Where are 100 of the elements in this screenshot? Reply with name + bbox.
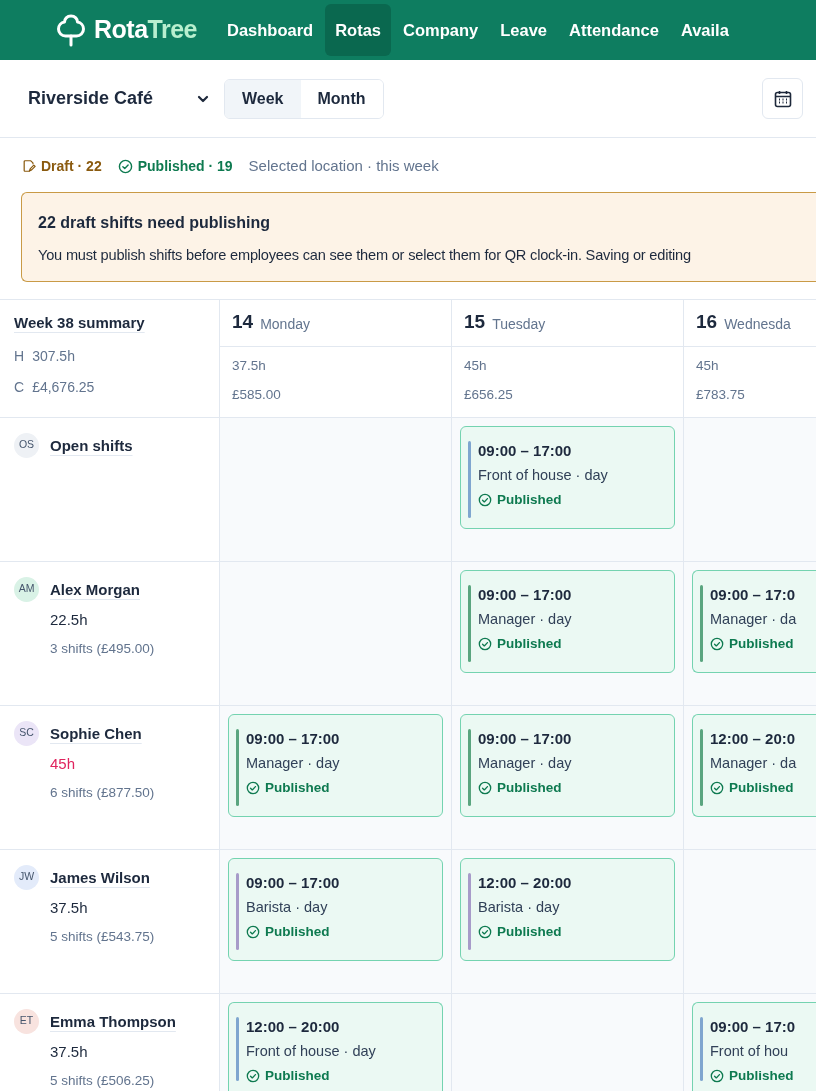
view-toggle-tab[interactable]: Week xyxy=(225,79,301,118)
shift-card[interactable]: 09:00 – 17:00 Barista · day Published xyxy=(228,857,443,961)
cost-label: C xyxy=(14,378,25,397)
check-circle-icon xyxy=(710,780,724,795)
banner-message: You must publish shifts before employees can see them or select them for QR clock-in. Saving or editing xyxy=(38,245,692,265)
day-name: Wednesda xyxy=(724,314,791,334)
shift-card[interactable]: 09:00 – 17:00 Manager · day Published xyxy=(460,569,675,673)
employee-hours: 37.5h xyxy=(50,898,89,918)
shift-status: Published xyxy=(729,634,794,653)
check-circle-icon xyxy=(478,492,492,507)
shift-role: Barista · day xyxy=(246,897,329,917)
nav-link[interactable]: Leave xyxy=(490,4,557,56)
day-date: 14 xyxy=(232,310,254,335)
check-circle-icon xyxy=(246,1068,260,1083)
employee-hours: 22.5h xyxy=(50,610,89,630)
day-cost: £585.00 xyxy=(232,385,282,404)
avatar: AM xyxy=(14,576,39,602)
brand-name: RotaTree xyxy=(94,14,197,46)
check-circle-icon xyxy=(478,780,492,795)
shift-time: 12:00 – 20:00 xyxy=(478,872,572,893)
check-circle-icon xyxy=(246,780,260,795)
shift-time: 09:00 – 17:00 xyxy=(478,728,572,749)
hours-label: H xyxy=(14,347,25,366)
shift-card[interactable]: 09:00 – 17:0 Manager · da Published xyxy=(692,569,816,673)
shift-time: 12:00 – 20:00 xyxy=(246,1016,341,1037)
shift-status: Published xyxy=(729,1066,794,1085)
shift-status: Published xyxy=(497,922,562,941)
avatar: SC xyxy=(14,720,39,746)
employee-hours: 37.5h xyxy=(50,1042,89,1062)
day-date: 15 xyxy=(464,310,486,335)
shift-card[interactable]: 09:00 – 17:00 Manager · day Published xyxy=(460,713,675,817)
day-cost: £783.75 xyxy=(696,385,746,404)
avatar: OS xyxy=(14,432,39,458)
nav-link[interactable]: Company xyxy=(393,4,489,56)
shift-card[interactable]: 09:00 – 17:00 Front of house · day Published xyxy=(460,425,675,529)
shift-role: Front of house · day xyxy=(478,465,608,485)
avatar: ET xyxy=(14,1008,39,1034)
shift-status: Published xyxy=(265,1066,330,1085)
day-hours: 45h xyxy=(464,356,488,375)
day-hours: 37.5h xyxy=(232,356,267,375)
employee-name: James Wilson xyxy=(50,867,151,888)
shift-card[interactable]: 12:00 – 20:00 Front of house · day Published xyxy=(228,1001,443,1091)
check-circle-icon xyxy=(246,924,260,939)
shift-summary: 6 shifts (£877.50) xyxy=(50,783,155,802)
shift-card[interactable]: 12:00 – 20:00 Barista · day Published xyxy=(460,857,675,961)
day-hours: 45h xyxy=(696,356,720,375)
shift-status: Published xyxy=(265,922,330,941)
total-hours: 307.5h xyxy=(32,347,75,366)
shift-time: 09:00 – 17:00 xyxy=(246,872,340,893)
shift-status: Published xyxy=(265,778,330,797)
shift-card[interactable]: 12:00 – 20:0 Manager · da Published xyxy=(692,713,816,817)
shift-time: 12:00 – 20:0 xyxy=(710,728,797,749)
edit-document-icon xyxy=(22,159,36,174)
day-cost: £656.25 xyxy=(464,385,514,404)
shift-role: Manager · day xyxy=(246,753,340,773)
nav-link[interactable]: Attendance xyxy=(559,4,669,56)
employee-hours: 45h xyxy=(50,754,77,774)
day-name: Tuesday xyxy=(492,314,546,334)
shift-role: Front of house · day xyxy=(246,1041,376,1061)
shift-status: Published xyxy=(497,778,562,797)
published-count: Published · 19 xyxy=(137,156,233,176)
shift-role: Barista · day xyxy=(478,897,561,917)
shift-role: Manager · da xyxy=(710,753,797,773)
total-cost: £4,676.25 xyxy=(32,378,95,397)
summary-title: Week 38 summary xyxy=(14,312,145,333)
nav-link[interactable]: Availa xyxy=(670,4,739,56)
shift-time: 09:00 – 17:0 xyxy=(710,584,797,605)
calendar-button[interactable] xyxy=(762,78,803,119)
day-name: Monday xyxy=(260,314,310,334)
shift-time: 09:00 – 17:0 xyxy=(710,1016,796,1037)
shift-card[interactable]: 09:00 – 17:00 Manager · day Published xyxy=(228,713,443,817)
day-date: 16 xyxy=(696,310,718,335)
check-circle-icon xyxy=(478,924,492,939)
location-dropdown[interactable]: Riverside Café xyxy=(28,85,210,112)
check-circle-icon xyxy=(710,1068,724,1083)
shift-status: Published xyxy=(497,490,562,509)
nav-link[interactable]: Rotas xyxy=(325,4,392,56)
shift-time: 09:00 – 17:00 xyxy=(246,728,340,749)
avatar: JW xyxy=(14,864,39,890)
shift-summary: 5 shifts (£506.25) xyxy=(50,1071,156,1090)
draft-count: Draft · 22 xyxy=(41,156,102,176)
scope-text: Selected location · this week xyxy=(248,156,439,176)
calendar-icon xyxy=(772,88,793,109)
employee-name: Sophie Chen xyxy=(50,723,143,744)
shift-time: 09:00 – 17:00 xyxy=(478,584,572,605)
employee-name: Open shifts xyxy=(50,435,133,456)
shift-role: Manager · day xyxy=(478,609,572,629)
shift-summary: 5 shifts (£543.75) xyxy=(50,927,155,946)
check-circle-icon xyxy=(478,636,492,651)
employee-name: Emma Thompson xyxy=(50,1011,176,1032)
shift-role: Manager · da xyxy=(710,609,797,629)
shift-card[interactable]: 09:00 – 17:0 Front of hou Published xyxy=(692,1001,816,1091)
nav-link[interactable]: Dashboard xyxy=(217,4,324,56)
shift-role: Manager · day xyxy=(478,753,572,773)
check-circle-icon xyxy=(117,158,133,174)
shift-summary: 3 shifts (£495.00) xyxy=(50,639,155,658)
banner-title: 22 draft shifts need publishing xyxy=(38,212,272,233)
employee-name: Alex Morgan xyxy=(50,579,141,600)
shift-role: Front of hou xyxy=(710,1041,790,1061)
shift-time: 09:00 – 17:00 xyxy=(478,440,573,461)
